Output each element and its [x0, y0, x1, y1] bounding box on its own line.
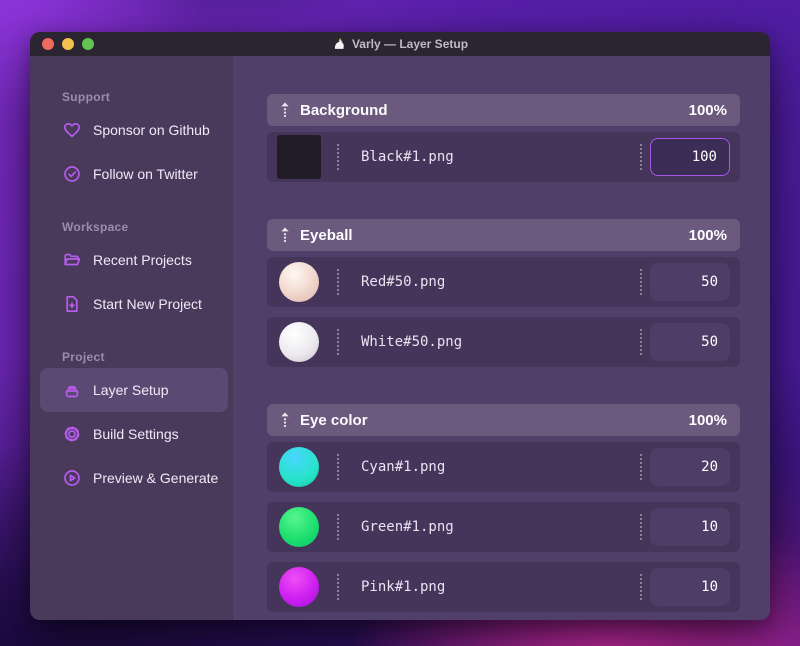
- sidebar-section-support: Support: [62, 90, 111, 104]
- layers-stack-icon: [62, 380, 82, 400]
- heart-icon: [62, 120, 82, 140]
- layer-row: Green#1.png: [267, 502, 740, 552]
- app-window: Varly — Layer Setup Support Sponsor on G…: [30, 32, 770, 620]
- layer-weight-input[interactable]: [650, 138, 730, 176]
- sidebar-item-label: Follow on Twitter: [93, 166, 198, 182]
- divider: [640, 269, 642, 295]
- sidebar: Support Sponsor on Github Follow on Twit…: [30, 56, 235, 620]
- sidebar-item-build-settings[interactable]: Build Settings: [40, 412, 228, 456]
- layer-thumbnail-black: [277, 135, 321, 179]
- sidebar-section-project: Project: [62, 350, 105, 364]
- layer-filename: Red#50.png: [361, 274, 446, 290]
- sidebar-item-preview-generate[interactable]: Preview & Generate: [40, 456, 228, 500]
- divider: [640, 514, 642, 540]
- divider: [337, 144, 339, 170]
- sidebar-item-follow-on-twitter[interactable]: Follow on Twitter: [40, 152, 228, 196]
- sidebar-item-layer-setup[interactable]: Layer Setup: [40, 368, 228, 412]
- unicorn-icon: [334, 37, 344, 49]
- layer-filename: Green#1.png: [361, 519, 454, 535]
- title-bar: Varly — Layer Setup: [30, 32, 770, 56]
- sidebar-item-recent-projects[interactable]: Recent Projects: [40, 238, 228, 282]
- sidebar-item-label: Layer Setup: [93, 382, 169, 398]
- drag-handle-icon[interactable]: [280, 227, 290, 243]
- play-circle-icon: [62, 468, 82, 488]
- layer-row: Black#1.png: [267, 132, 740, 182]
- divider: [337, 269, 339, 295]
- layer-filename: Pink#1.png: [361, 579, 446, 595]
- gear-icon: [62, 424, 82, 444]
- drag-handle-icon[interactable]: [280, 412, 290, 428]
- layer-row: White#50.png: [267, 317, 740, 367]
- divider: [337, 514, 339, 540]
- layer-thumbnail-cyan: [279, 447, 319, 487]
- sidebar-item-label: Build Settings: [93, 426, 179, 442]
- sidebar-item-label: Recent Projects: [93, 252, 192, 268]
- group-header: Background 100%: [267, 94, 740, 126]
- layer-filename: White#50.png: [361, 334, 463, 350]
- group-name: Eye color: [300, 411, 368, 429]
- close-button[interactable]: [42, 38, 54, 50]
- sidebar-item-sponsor-on-github[interactable]: Sponsor on Github: [40, 108, 228, 152]
- group-opacity: 100%: [688, 411, 727, 429]
- group-name: Eyeball: [300, 226, 353, 244]
- layer-group-eyeball: Eyeball 100% Red#50.png White#50.png: [267, 219, 740, 367]
- window-title-text: Varly — Layer Setup: [351, 37, 469, 51]
- zoom-button[interactable]: [82, 38, 94, 50]
- sidebar-item-label: Sponsor on Github: [93, 122, 210, 138]
- group-opacity: 100%: [688, 226, 727, 244]
- divider: [640, 144, 642, 170]
- sidebar-item-label: Preview & Generate: [93, 470, 219, 486]
- layer-row: Red#50.png: [267, 257, 740, 307]
- drag-handle-icon[interactable]: [280, 102, 290, 118]
- divider: [337, 454, 339, 480]
- layer-filename: Black#1.png: [361, 149, 454, 165]
- layer-weight-input[interactable]: [650, 508, 730, 546]
- divider: [337, 329, 339, 355]
- layer-thumbnail-green: [279, 507, 319, 547]
- sidebar-section-workspace: Workspace: [62, 220, 129, 234]
- divider: [640, 454, 642, 480]
- layer-setup-panel: Background 100% Black#1.png Eyeball 100%: [235, 56, 770, 620]
- divider: [640, 574, 642, 600]
- group-header: Eyeball 100%: [267, 219, 740, 251]
- layer-weight-input[interactable]: [650, 448, 730, 486]
- window-title: Varly — Layer Setup: [332, 37, 468, 51]
- layer-filename: Cyan#1.png: [361, 459, 446, 475]
- sidebar-item-start-new-project[interactable]: Start New Project: [40, 282, 228, 326]
- sidebar-item-label: Start New Project: [93, 296, 202, 312]
- file-plus-icon: [62, 294, 82, 314]
- layer-thumbnail-white: [279, 322, 319, 362]
- layer-group-background: Background 100% Black#1.png: [267, 94, 740, 182]
- layer-row: Pink#1.png: [267, 562, 740, 612]
- group-opacity: 100%: [688, 101, 727, 119]
- group-name: Background: [300, 101, 388, 119]
- traffic-lights: [42, 38, 94, 50]
- layer-weight-input[interactable]: [650, 568, 730, 606]
- minimize-button[interactable]: [62, 38, 74, 50]
- divider: [337, 574, 339, 600]
- layer-group-eye-color: Eye color 100% Cyan#1.png Green#1.png: [267, 404, 740, 612]
- badge-check-icon: [62, 164, 82, 184]
- layer-thumbnail-pink: [279, 567, 319, 607]
- group-header: Eye color 100%: [267, 404, 740, 436]
- divider: [640, 329, 642, 355]
- folder-open-icon: [62, 250, 82, 270]
- layer-thumbnail-red: [279, 262, 319, 302]
- layer-weight-input[interactable]: [650, 263, 730, 301]
- layer-weight-input[interactable]: [650, 323, 730, 361]
- layer-row: Cyan#1.png: [267, 442, 740, 492]
